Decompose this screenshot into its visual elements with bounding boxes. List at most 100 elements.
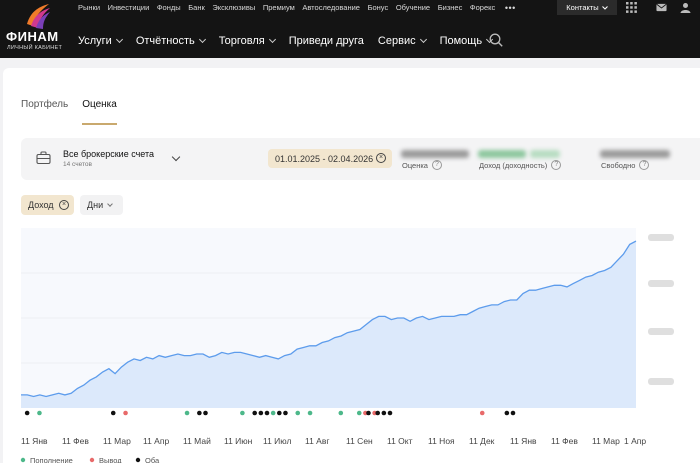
nav-help-label: Помощь	[439, 35, 483, 47]
close-icon[interactable]: ×	[376, 153, 386, 163]
top-link-exclusives[interactable]: Эксклюзивы	[212, 3, 255, 12]
chevron-down-icon	[601, 5, 608, 10]
x-tick-label: 11 Июл	[263, 436, 291, 446]
more-links-icon[interactable]: •••	[505, 3, 516, 13]
flow-marker-deposit[interactable]	[338, 410, 344, 416]
stat-valuation-label: Оценка	[402, 160, 428, 170]
legend-label-both: Оба	[145, 456, 160, 463]
nav-refer-friend-label: Приведи друга	[288, 35, 364, 47]
top-link-education[interactable]: Обучение	[396, 3, 430, 12]
top-link-premium[interactable]: Премиум	[263, 3, 295, 12]
account-selector-title[interactable]: Все брокерские счета	[63, 149, 154, 159]
contacts-button[interactable]: Контакты	[557, 0, 617, 15]
nav-service[interactable]: Сервис	[378, 35, 427, 47]
flow-marker-both[interactable]	[375, 410, 381, 416]
logo-text: ФИНАМ	[6, 29, 59, 44]
flow-marker-both[interactable]	[277, 410, 282, 416]
help-icon[interactable]: ?	[431, 160, 442, 170]
stat-valuation: Оценка ?	[402, 160, 442, 170]
finam-logo-mark-icon	[27, 4, 50, 29]
close-icon[interactable]: ×	[59, 200, 69, 210]
top-link-forex[interactable]: Форекс	[470, 3, 495, 12]
nav-reports-label: Отчётность	[135, 35, 195, 47]
x-tick-label: 11 Окт	[387, 436, 413, 446]
x-tick-label: 11 Сен	[346, 436, 373, 446]
x-tick-label: 11 Янв	[510, 436, 537, 446]
date-range-label: 01.01.2025 - 02.04.2026	[275, 153, 374, 164]
chevron-down-icon	[107, 201, 113, 207]
flow-marker-both[interactable]	[366, 410, 371, 416]
top-link-business[interactable]: Бизнес	[438, 3, 463, 12]
income-value-redacted	[478, 150, 526, 158]
finam-logo[interactable]: ФИНАМ ЛИЧНЫЙ КАБИНЕТ	[4, 2, 70, 54]
flow-marker-deposit[interactable]	[295, 410, 301, 416]
period-dropdown[interactable]: Дни	[80, 195, 123, 215]
chevron-down-icon	[419, 35, 427, 44]
flow-marker-both[interactable]	[258, 410, 264, 416]
x-tick-label: 11 Мар	[592, 436, 620, 446]
flow-marker-both[interactable]	[24, 410, 30, 416]
flow-marker-both[interactable]	[283, 410, 288, 416]
chevron-down-icon	[198, 35, 206, 44]
stat-free-label: Свободно	[601, 160, 636, 170]
x-tick-label: 11 Мар	[103, 436, 131, 446]
flow-marker-both[interactable]	[197, 410, 202, 416]
legend-dot-both	[135, 457, 141, 463]
income-filter-label: Доход	[28, 200, 54, 210]
x-tick-label: 11 Май	[183, 436, 211, 446]
flow-marker-deposit[interactable]	[307, 410, 313, 416]
flow-marker-deposit[interactable]	[356, 410, 362, 416]
flow-marker-deposit[interactable]	[270, 410, 276, 416]
top-link-funds[interactable]: Фонды	[157, 3, 181, 12]
nav-refer-friend[interactable]: Приведи друга	[289, 35, 364, 47]
income-percent-redacted	[530, 150, 560, 158]
flow-marker-both[interactable]	[387, 410, 393, 416]
flow-marker-withdraw[interactable]	[123, 410, 128, 416]
y-tick-redacted	[648, 328, 674, 335]
nav-help[interactable]: Помощь	[439, 35, 494, 47]
period-dropdown-label: Дни	[87, 200, 104, 210]
flow-marker-both[interactable]	[252, 410, 257, 416]
nav-reports[interactable]: Отчётность	[135, 35, 206, 47]
flow-marker-both[interactable]	[381, 410, 387, 416]
flow-marker-both[interactable]	[110, 410, 116, 416]
flow-marker-withdraw[interactable]	[479, 410, 485, 416]
flow-marker-both[interactable]	[203, 410, 208, 416]
top-link-autofollow[interactable]: Автоследование	[302, 3, 360, 12]
nav-services-label: Услуги	[78, 35, 112, 47]
valuation-value-redacted	[401, 150, 469, 158]
search-icon[interactable]	[489, 33, 503, 47]
income-filter-chip[interactable]: Доход ×	[21, 195, 74, 215]
date-range-chip[interactable]: 01.01.2025 - 02.04.2026 ×	[268, 149, 392, 168]
help-icon[interactable]: ?	[551, 160, 562, 170]
income-chart[interactable]: 11 Янв 11 Фев 11 Мар 11 Апр 11 Май 11 Июн 11 И…	[0, 220, 700, 463]
tab-valuation[interactable]: Оценка	[82, 99, 117, 125]
apps-grid-icon[interactable]	[626, 2, 637, 13]
briefcase-icon	[36, 151, 51, 165]
top-link-bank[interactable]: Банк	[188, 3, 205, 12]
help-icon[interactable]: ?	[639, 160, 650, 170]
nav-trading-label: Торговля	[218, 35, 265, 47]
y-tick-redacted	[648, 234, 674, 241]
tab-portfolio[interactable]: Портфель	[21, 99, 68, 125]
nav-trading[interactable]: Торговля	[218, 35, 276, 47]
x-tick-label: 1 Апр	[624, 436, 646, 446]
top-link-investments[interactable]: Инвестиции	[108, 3, 150, 12]
top-link-bonus[interactable]: Бонус	[368, 3, 389, 12]
x-tick-label: 11 Авг	[305, 436, 329, 446]
nav-services[interactable]: Услуги	[78, 35, 123, 47]
x-tick-label: 11 Янв	[21, 436, 48, 446]
flow-marker-both[interactable]	[504, 410, 510, 416]
flow-marker-deposit[interactable]	[37, 410, 42, 416]
flow-marker-deposit[interactable]	[184, 410, 190, 416]
contacts-label: Контакты	[566, 3, 599, 12]
user-icon[interactable]	[680, 2, 691, 13]
flow-marker-deposit[interactable]	[240, 410, 245, 416]
top-links-bar: Рынки Инвестиции Фонды Банк Эксклюзивы П…	[78, 0, 523, 15]
flow-marker-both[interactable]	[264, 410, 270, 416]
flow-marker-both[interactable]	[510, 410, 516, 416]
y-tick-redacted	[648, 280, 674, 287]
mail-icon[interactable]	[656, 2, 667, 13]
view-tabs: Портфель Оценка	[21, 99, 117, 125]
top-link-markets[interactable]: Рынки	[78, 3, 100, 12]
